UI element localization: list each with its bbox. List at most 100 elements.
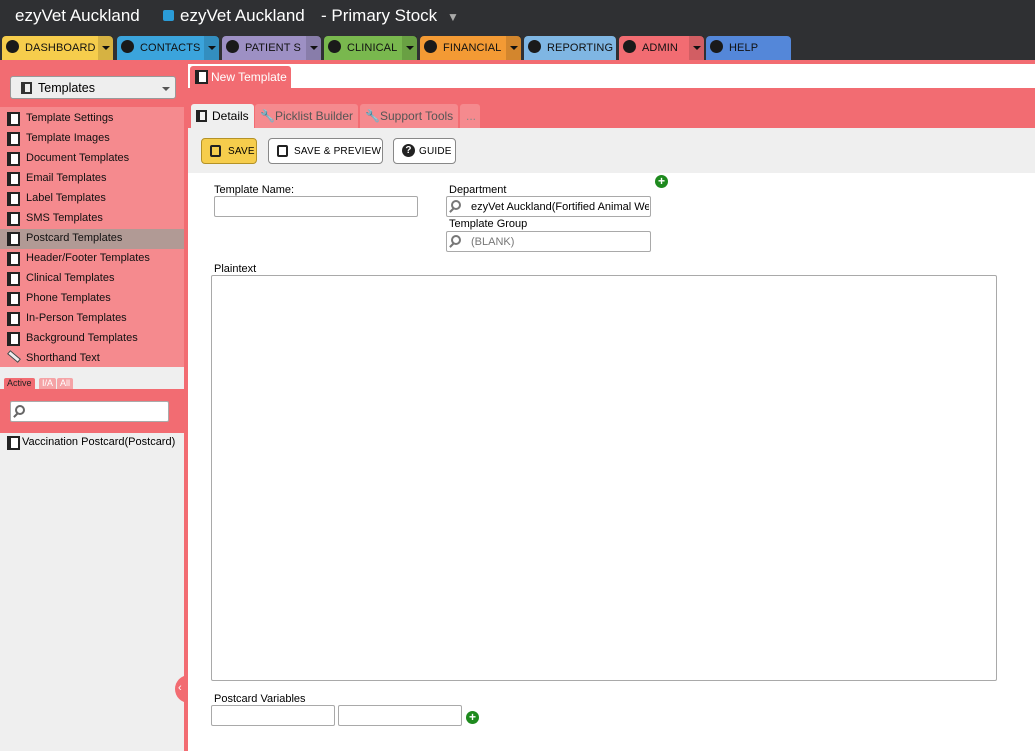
template-icon [7,292,20,306]
sidebar: Templates Template Settings Template Imag… [0,64,184,751]
template-icon [195,70,208,84]
guide-button[interactable]: ? GUIDE [393,138,456,164]
template-icon [7,212,20,226]
sidebar-item-label: Clinical Templates [26,272,115,284]
add-department-icon[interactable]: + [655,175,668,188]
template-icon [7,252,20,266]
subtab-label: ... [466,109,477,123]
sidebar-item-email-templates[interactable]: Email Templates [0,169,184,189]
save-button[interactable]: SAVE [201,138,257,164]
record-toolbar: SAVE SAVE & PREVIEW ? GUIDE [188,128,1035,173]
save-and-preview-button-label: SAVE & PREVIEW [294,146,382,157]
sidebar-item-sms-templates[interactable]: SMS Templates [0,209,184,229]
sidebar-header: Templates [0,64,184,108]
paw-icon [226,40,239,53]
subtab-picklist-builder[interactable]: 🔧 Picklist Builder [255,104,358,128]
search-icon [15,405,25,415]
subtab-label: Picklist Builder [275,109,354,123]
nav-tab-patients[interactable]: PATIENT S [222,36,321,60]
subtab-details[interactable]: Details [191,104,254,128]
filter-tab-inactive[interactable]: I/A [39,378,57,389]
preview-icon [277,145,288,157]
nav-tab-label: HELP [729,42,759,54]
list-item-label: Vaccination Postcard(Postcard) [22,436,176,448]
nav-tab-label: REPORTING [547,42,614,54]
subtab-label: Details [212,109,249,123]
nav-tab-dashboard[interactable]: DASHBOARD [2,36,113,60]
stock-location[interactable]: - Primary Stock [321,6,437,26]
chevron-left-icon: ‹ [178,682,182,694]
nav-dropdown-contacts[interactable] [204,36,219,60]
sidebar-item-header-footer-templates[interactable]: Header/Footer Templates [0,249,184,269]
nav-dropdown-financial[interactable] [506,36,521,60]
record-tab-new-template[interactable]: New Template [190,66,291,88]
department-label: Department [449,184,507,196]
nav-dropdown-clinical[interactable] [402,36,417,60]
subtab-label: Support Tools [380,109,454,123]
nav-tab-contacts[interactable]: CONTACTS [117,36,219,60]
sidebar-item-template-settings[interactable]: Template Settings [0,109,184,129]
postcard-variable-value-input[interactable] [338,705,462,726]
sidebar-item-label: Template Settings [26,112,114,124]
sidebar-item-postcard-templates[interactable]: Postcard Templates [0,229,184,249]
list-item[interactable]: Vaccination Postcard(Postcard) [0,434,184,454]
main-nav: DASHBOARD CONTACTS PATIENT S CLINICAL FI… [0,36,1035,60]
add-postcard-variable-icon[interactable]: + [466,711,479,724]
top-bar: ezyVet Auckland ezyVet Auckland - Primar… [0,0,1035,36]
subtab-support-tools[interactable]: 🔧 Support Tools [360,104,458,128]
sidebar-item-background-templates[interactable]: Background Templates [0,329,184,349]
save-and-preview-button[interactable]: SAVE & PREVIEW [268,138,383,164]
sidebar-item-label: Label Templates [26,192,106,204]
plaintext-textarea[interactable] [211,275,997,681]
sidebar-item-phone-templates[interactable]: Phone Templates [0,289,184,309]
nav-dropdown-dashboard[interactable] [98,36,113,60]
plaintext-label: Plaintext [214,263,257,275]
sidebar-item-label: Template Images [26,132,110,144]
nav-dropdown-admin[interactable] [689,36,704,60]
nav-tab-clinical[interactable]: CLINICAL [324,36,417,60]
nav-tab-financial[interactable]: FINANCIAL [420,36,521,60]
filter-tab-all[interactable]: All [57,378,74,389]
main-panel: New Template Details 🔧 Picklist Builder … [188,64,1035,751]
sidebar-item-document-templates[interactable]: Document Templates [0,149,184,169]
question-icon [710,40,723,53]
pencil-icon [7,350,21,363]
sidebar-item-shorthand-text[interactable]: Shorthand Text [0,349,184,369]
subtab-more[interactable]: ... [460,104,480,128]
search-icon [451,200,461,210]
guide-button-label: GUIDE [419,146,452,157]
template-name-input[interactable] [214,196,418,217]
sidebar-item-clinical-templates[interactable]: Clinical Templates [0,269,184,289]
nav-tab-label: ADMIN [642,42,678,54]
nav-tab-admin[interactable]: ADMIN [619,36,704,60]
template-icon [7,132,20,146]
postcard-variable-name-input[interactable] [211,705,335,726]
caduceus-icon [328,40,341,53]
site-name[interactable]: ezyVet Auckland [180,6,305,26]
filter-tab-active[interactable]: Active [4,378,35,389]
nav-tab-help[interactable]: HELP [706,36,791,60]
module-select[interactable]: Templates [10,76,176,99]
nav-tab-label: PATIENT S [245,42,301,54]
nav-tab-label: DASHBOARD [25,42,96,54]
status-filter-tabs: Active I/A All [0,375,184,389]
question-icon: ? [402,144,415,157]
site-dropdown-icon[interactable]: ▼ [447,10,459,24]
sidebar-item-in-person-templates[interactable]: In-Person Templates [0,309,184,329]
record-tab-label: New Template [211,70,287,84]
sidebar-item-label-templates[interactable]: Label Templates [0,189,184,209]
sidebar-item-label: Header/Footer Templates [26,252,150,264]
postcard-variables-label: Postcard Variables [214,693,306,705]
nav-tab-label: FINANCIAL [443,42,502,54]
nav-tab-reporting[interactable]: REPORTING [524,36,616,60]
department-select[interactable]: ezyVet Auckland(Fortified Animal We [446,196,651,217]
nav-tab-label: CONTACTS [140,42,201,54]
wrench-icon: 🔧 [365,109,380,123]
floppy-disk-icon [210,145,221,157]
nav-dropdown-patients[interactable] [306,36,321,60]
template-icon [7,312,20,326]
sidebar-search-input[interactable] [10,401,169,422]
sidebar-item-template-images[interactable]: Template Images [0,129,184,149]
template-group-select[interactable]: (BLANK) [446,231,651,252]
money-bag-icon [424,40,437,53]
